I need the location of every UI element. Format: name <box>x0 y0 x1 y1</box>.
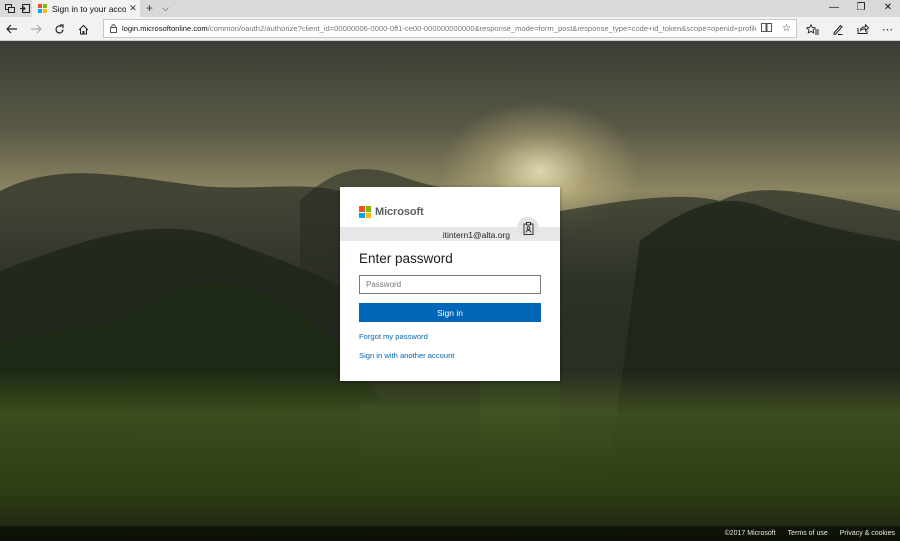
privacy-link[interactable]: Privacy & cookies <box>840 530 895 537</box>
minimize-icon[interactable]: — <box>825 2 843 13</box>
signin-card: Microsoft itintern1@alta.org Enter passw… <box>340 187 560 381</box>
forward-arrow-icon[interactable] <box>27 20 45 38</box>
browser-tools: ⋯ <box>800 20 900 38</box>
page-footer: ©2017 Microsoft Terms of use Privacy & c… <box>0 526 900 541</box>
sign-in-button[interactable]: Sign in <box>359 303 541 322</box>
copyright-text: ©2017 Microsoft <box>724 530 776 537</box>
forgot-password-link[interactable]: Forgot my password <box>359 332 428 341</box>
work-account-badge-icon <box>517 217 539 239</box>
microsoft-brand: Microsoft <box>359 206 424 218</box>
restore-icon[interactable]: ❐ <box>852 2 870 13</box>
chevron-down-icon[interactable]: ⌵ <box>162 3 169 14</box>
more-icon[interactable]: ⋯ <box>875 20 900 38</box>
tab-bar: Sign in to your account ✕ + ⌵ — ❐ ✕ <box>0 0 900 17</box>
address-toolbar: login.microsoftonline.com/common/oauth2/… <box>0 17 900 41</box>
url-host: login.microsoftonline.com <box>122 24 208 33</box>
tab-title: Sign in to your account <box>52 3 126 14</box>
favorite-star-icon[interactable]: ☆ <box>782 23 791 35</box>
tab-active[interactable]: Sign in to your account ✕ <box>32 0 140 17</box>
back-arrow-icon[interactable] <box>3 20 21 38</box>
address-input[interactable]: login.microsoftonline.com/common/oauth2/… <box>103 19 797 38</box>
home-icon[interactable] <box>74 20 92 38</box>
close-tab-icon[interactable]: ✕ <box>126 3 140 14</box>
microsoft-logo-icon <box>359 206 371 218</box>
secure-lock-icon <box>104 24 122 33</box>
page-title: Enter password <box>359 251 453 266</box>
refresh-icon[interactable] <box>50 20 68 38</box>
share-icon[interactable] <box>850 20 875 38</box>
reading-view-icon[interactable] <box>761 22 772 35</box>
web-notes-icon[interactable] <box>825 20 850 38</box>
favorites-hub-icon[interactable] <box>800 20 825 38</box>
brand-name: Microsoft <box>375 206 424 218</box>
microsoft-favicon-icon <box>38 4 47 13</box>
terms-link[interactable]: Terms of use <box>788 530 828 537</box>
new-tab-icon[interactable]: + <box>146 1 153 15</box>
grass-foreground <box>0 371 900 541</box>
password-input[interactable] <box>359 275 541 294</box>
address-actions: ☆ <box>756 22 796 35</box>
url-path: /common/oauth2/authorize?client_id=00000… <box>207 24 756 33</box>
other-account-link[interactable]: Sign in with another account <box>359 351 454 360</box>
close-window-icon[interactable]: ✕ <box>879 2 897 13</box>
url-text: login.microsoftonline.com/common/oauth2/… <box>122 24 756 33</box>
tab-manager-icon[interactable] <box>3 2 17 15</box>
account-email: itintern1@alta.org <box>442 230 510 240</box>
set-aside-tabs-icon[interactable] <box>18 2 32 15</box>
